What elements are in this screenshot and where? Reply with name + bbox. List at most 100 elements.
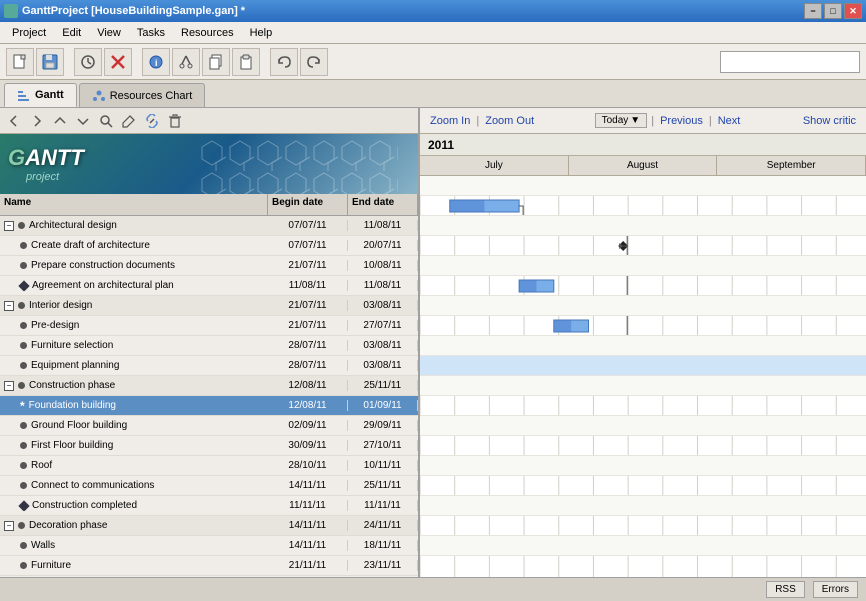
gantt-row[interactable] bbox=[420, 436, 866, 456]
task-dot bbox=[18, 382, 25, 389]
table-row[interactable]: First Floor building 30/09/11 27/10/11 bbox=[0, 436, 418, 456]
col-begin: Begin date bbox=[268, 194, 348, 215]
redo-button[interactable] bbox=[300, 48, 328, 76]
table-row[interactable]: Create draft of architecture 07/07/11 20… bbox=[0, 236, 418, 256]
nav-next-button[interactable] bbox=[27, 111, 47, 131]
menu-tasks[interactable]: Tasks bbox=[129, 25, 173, 41]
gantt-row[interactable] bbox=[420, 376, 866, 396]
new-button[interactable] bbox=[6, 48, 34, 76]
info-button[interactable]: i bbox=[142, 48, 170, 76]
menu-edit[interactable]: Edit bbox=[54, 25, 89, 41]
gantt-row[interactable] bbox=[420, 516, 866, 536]
table-row[interactable]: Decoration phase 14/11/11 24/11/11 bbox=[0, 516, 418, 536]
tab-gantt-label: Gantt bbox=[35, 89, 64, 101]
table-row[interactable]: Construction phase 12/08/11 25/11/11 bbox=[0, 376, 418, 396]
expand-icon[interactable] bbox=[4, 381, 14, 391]
table-row[interactable]: Connect to communications 14/11/11 25/11… bbox=[0, 476, 418, 496]
menu-help[interactable]: Help bbox=[242, 25, 281, 41]
task-begin-date: 12/08/11 bbox=[268, 380, 348, 391]
cut-button[interactable] bbox=[172, 48, 200, 76]
nav-down-button[interactable] bbox=[73, 111, 93, 131]
tab-resources-chart[interactable]: Resources Chart bbox=[79, 83, 206, 107]
gantt-row[interactable] bbox=[420, 216, 866, 236]
milestone-dot bbox=[18, 500, 29, 511]
expand-icon[interactable] bbox=[4, 301, 14, 311]
gantt-row[interactable] bbox=[420, 176, 866, 196]
gantt-row[interactable] bbox=[420, 196, 866, 216]
logo-area: GANTT project bbox=[0, 134, 418, 194]
close-button[interactable]: ✕ bbox=[844, 3, 862, 19]
table-row[interactable]: Bring your family here 28/11/11 28/11/11 bbox=[0, 576, 418, 577]
gantt-row[interactable] bbox=[420, 296, 866, 316]
gantt-months: July August September bbox=[420, 156, 866, 176]
task-dot bbox=[20, 422, 27, 429]
gantt-row[interactable] bbox=[420, 396, 866, 416]
menu-resources[interactable]: Resources bbox=[173, 25, 242, 41]
gantt-row[interactable] bbox=[420, 236, 866, 256]
search-input[interactable] bbox=[720, 51, 860, 73]
menu-project[interactable]: Project bbox=[4, 25, 54, 41]
link-button[interactable] bbox=[142, 111, 162, 131]
gantt-row[interactable] bbox=[420, 276, 866, 296]
table-row[interactable]: Prepare construction documents 21/07/11 … bbox=[0, 256, 418, 276]
task-end-date: 20/07/11 bbox=[348, 240, 418, 251]
show-critical-button[interactable]: Show critic bbox=[801, 115, 858, 127]
minimize-button[interactable]: − bbox=[804, 3, 822, 19]
gantt-row[interactable] bbox=[420, 336, 866, 356]
gantt-row[interactable] bbox=[420, 536, 866, 556]
task-name-label: Create draft of architecture bbox=[31, 240, 150, 251]
table-row[interactable]: * Foundation building 12/08/11 01/09/11 bbox=[0, 396, 418, 416]
gantt-row[interactable] bbox=[420, 476, 866, 496]
table-row[interactable]: Walls 14/11/11 18/11/11 bbox=[0, 536, 418, 556]
gantt-row[interactable] bbox=[420, 416, 866, 436]
gantt-row[interactable] bbox=[420, 256, 866, 276]
delete-button[interactable] bbox=[104, 48, 132, 76]
gantt-row-selected[interactable] bbox=[420, 356, 866, 376]
zoom-out-button[interactable]: Zoom Out bbox=[483, 115, 536, 127]
undo-button[interactable] bbox=[270, 48, 298, 76]
gantt-row[interactable] bbox=[420, 496, 866, 516]
today-button[interactable]: Today ▼ bbox=[595, 113, 648, 128]
menu-view[interactable]: View bbox=[89, 25, 129, 41]
gantt-row[interactable] bbox=[420, 456, 866, 476]
task-name-label: Walls bbox=[31, 540, 55, 551]
next-button[interactable]: Next bbox=[716, 115, 743, 127]
table-row[interactable]: Roof 28/10/11 10/11/11 bbox=[0, 456, 418, 476]
gantt-row[interactable] bbox=[420, 316, 866, 336]
table-row[interactable]: Equipment planning 28/07/11 03/08/11 bbox=[0, 356, 418, 376]
task-begin-date: 02/09/11 bbox=[268, 420, 348, 431]
maximize-button[interactable]: □ bbox=[824, 3, 842, 19]
tab-gantt[interactable]: Gantt bbox=[4, 83, 77, 107]
table-row[interactable]: Construction completed 11/11/11 11/11/11 bbox=[0, 496, 418, 516]
nav-up-button[interactable] bbox=[50, 111, 70, 131]
zoom-button[interactable] bbox=[96, 111, 116, 131]
copy-button[interactable] bbox=[202, 48, 230, 76]
gantt-body bbox=[420, 176, 866, 577]
table-row[interactable]: Architectural design 07/07/11 11/08/11 bbox=[0, 216, 418, 236]
rss-button[interactable]: RSS bbox=[766, 581, 805, 598]
expand-icon[interactable] bbox=[4, 521, 14, 531]
clock-button[interactable] bbox=[74, 48, 102, 76]
table-row[interactable]: Agreement on architectural plan 11/08/11… bbox=[0, 276, 418, 296]
expand-icon[interactable] bbox=[4, 221, 14, 231]
task-name-label: First Floor building bbox=[31, 440, 113, 451]
gantt-year: 2011 bbox=[420, 134, 866, 156]
task-name-label: Pre-design bbox=[31, 320, 79, 331]
paste-button[interactable] bbox=[232, 48, 260, 76]
previous-button[interactable]: Previous bbox=[658, 115, 705, 127]
errors-button[interactable]: Errors bbox=[813, 581, 858, 598]
table-row[interactable]: Furniture 21/11/11 23/11/11 bbox=[0, 556, 418, 576]
task-dot bbox=[20, 462, 27, 469]
table-row[interactable]: Interior design 21/07/11 03/08/11 bbox=[0, 296, 418, 316]
table-row[interactable]: Pre-design 21/07/11 27/07/11 bbox=[0, 316, 418, 336]
task-begin-date: 28/07/11 bbox=[268, 340, 348, 351]
table-row[interactable]: Ground Floor building 02/09/11 29/09/11 bbox=[0, 416, 418, 436]
task-end-date: 27/07/11 bbox=[348, 320, 418, 331]
titlebar-controls: − □ ✕ bbox=[804, 3, 862, 19]
delete-task-button[interactable] bbox=[165, 111, 185, 131]
save-button[interactable] bbox=[36, 48, 64, 76]
nav-prev-button[interactable] bbox=[4, 111, 24, 131]
zoom-in-button[interactable]: Zoom In bbox=[428, 115, 472, 127]
edit-button[interactable] bbox=[119, 111, 139, 131]
table-row[interactable]: Furniture selection 28/07/11 03/08/11 bbox=[0, 336, 418, 356]
